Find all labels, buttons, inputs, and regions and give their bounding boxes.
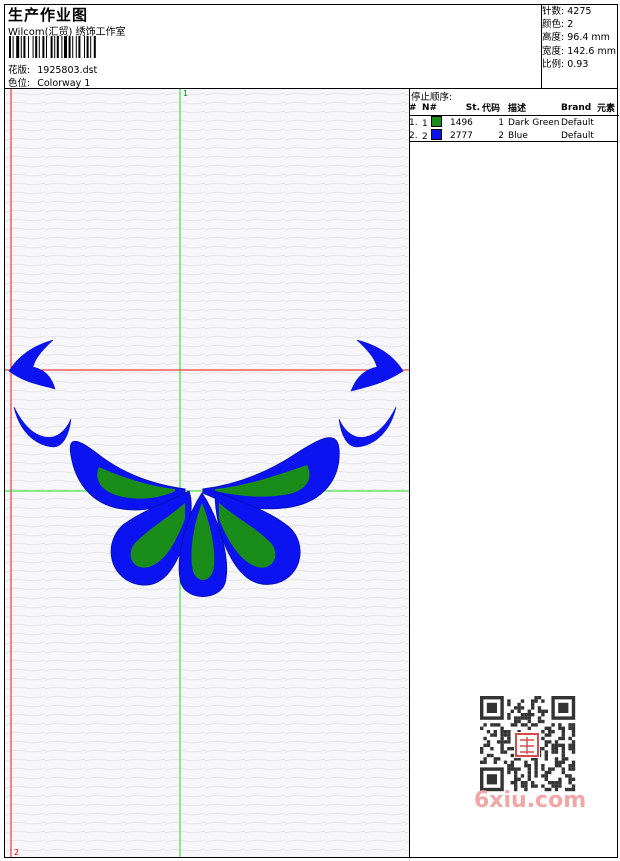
page-title: 生产作业图 — [8, 6, 89, 24]
barcode-image — [9, 36, 96, 58]
stat-width: 宽度: 142.6 mm — [542, 45, 616, 57]
col-num: # — [409, 101, 422, 116]
stat-scale: 比例: 0.93 — [542, 58, 589, 70]
panel-divider — [409, 88, 410, 858]
col-stitches: St. — [450, 101, 482, 116]
design-file-row: 花版: 1925803.dst — [8, 62, 97, 76]
design-stats: 针数: 4275 颜色: 2 高度: 96.4 mm 宽度: 142.6 mm … — [542, 5, 616, 71]
watermark-text: 6xiu.com — [474, 788, 587, 813]
colorway-label: 色位: — [8, 78, 31, 89]
table-row: 2. 2 2777 2 Blue Default — [409, 129, 594, 142]
col-code: 代码 — [482, 101, 508, 116]
guide-label-2: 2 — [14, 848, 19, 857]
table-row: 1. 1 1496 1 Dark Green Default — [409, 116, 594, 129]
stat-stitches: 针数: 4275 — [542, 6, 592, 17]
fabric-texture — [5, 89, 409, 857]
color-swatch — [430, 129, 442, 140]
colorway-row: 色位: Colorway 1 — [8, 75, 90, 89]
stat-colors: 颜色: 2 — [542, 19, 574, 31]
col-description: 描述 — [508, 101, 561, 116]
col-element: 元素 — [597, 101, 619, 116]
stop-sequence-table: # N# St. 代码 描述 Brand 元素 1. 1 1496 1 Dark… — [409, 101, 619, 142]
stat-height: 高度: 96.4 mm — [542, 32, 610, 44]
guide-label-1: 1 — [183, 89, 188, 98]
stop-table-header: # N# St. 代码 描述 Brand 元素 — [409, 101, 619, 116]
col-n: N# — [422, 101, 450, 116]
colorway-value: Colorway 1 — [37, 78, 91, 89]
color-swatch — [430, 116, 442, 127]
embroidery-preview: 1 2 — [5, 89, 409, 857]
col-brand: Brand — [561, 101, 597, 116]
